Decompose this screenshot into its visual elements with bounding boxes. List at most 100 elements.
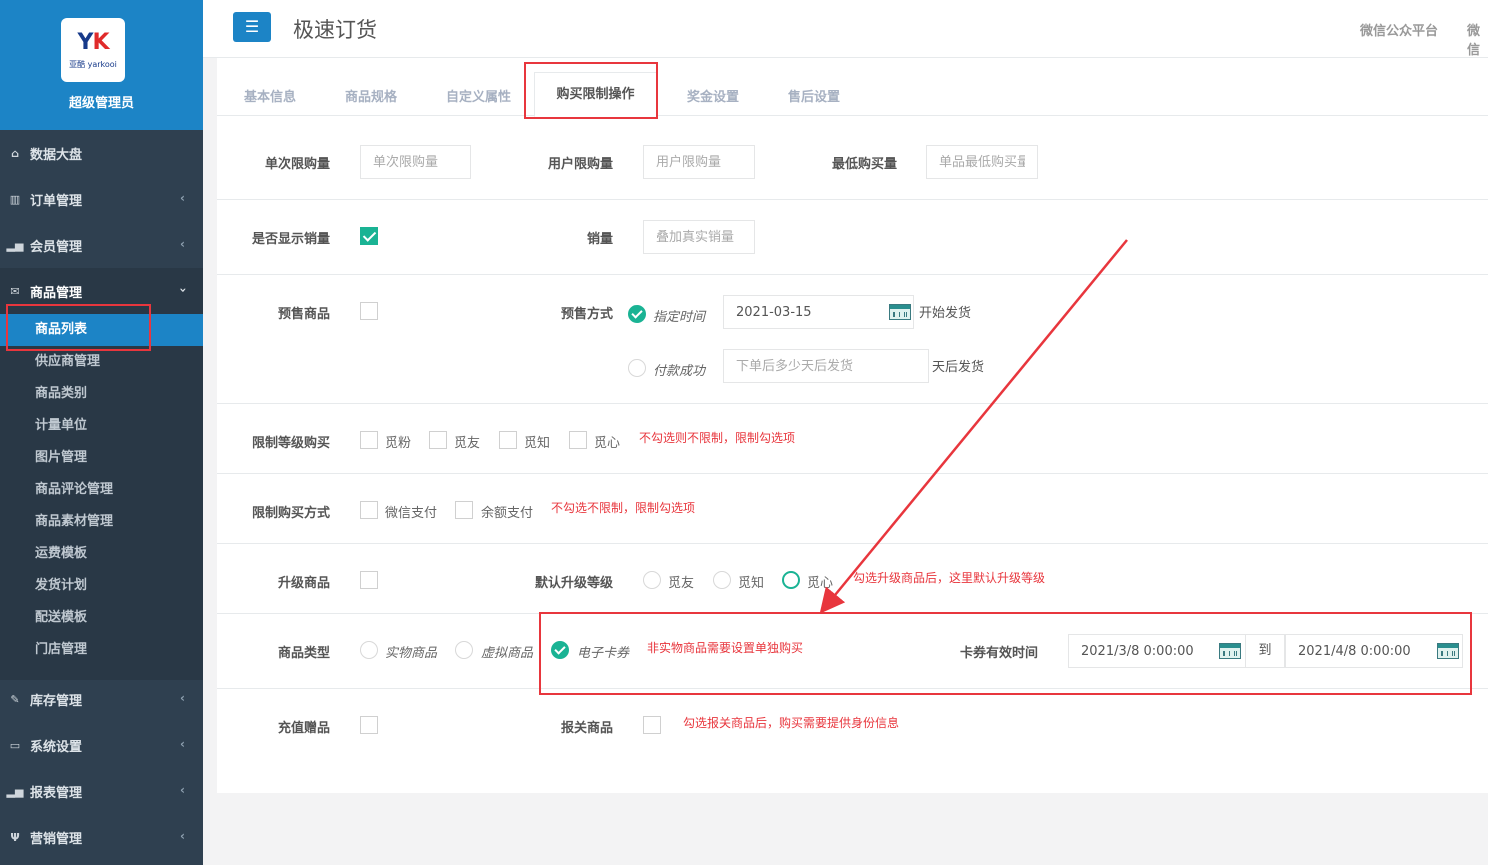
product-type-option-label: 虚拟商品 (481, 646, 534, 661)
pay-checkbox-balance[interactable] (455, 501, 473, 519)
level-limit-label: 限制等级购买 (251, 436, 330, 451)
tab-custom-attrs[interactable]: 自定义属性 (446, 86, 511, 105)
presale-fixed-date-radio[interactable] (628, 305, 646, 323)
row-divider (217, 613, 1488, 614)
single-limit-input[interactable] (360, 145, 471, 179)
bar-chart-icon: ▂▅ (6, 784, 24, 798)
default-upgrade-label: 默认升级等级 (534, 576, 613, 591)
menu-toggle-button[interactable]: ☰ (233, 12, 271, 42)
level-option-label: 觅知 (524, 436, 551, 451)
submenu-shipping-templates[interactable]: 运费模板 (0, 538, 203, 570)
submenu-suppliers[interactable]: 供应商管理 (0, 346, 203, 378)
show-sales-checkbox[interactable] (360, 227, 378, 245)
tab-purchase-limits[interactable]: 购买限制操作 (534, 72, 657, 117)
order-icon: ▥ (9, 192, 21, 206)
min-buy-input[interactable] (926, 145, 1038, 179)
submenu-units[interactable]: 计量单位 (0, 410, 203, 442)
recharge-gift-checkbox[interactable] (360, 716, 378, 734)
chevron-left-icon: ‹ (180, 691, 185, 705)
tab-specs[interactable]: 商品规格 (345, 86, 397, 105)
sidebar-item-label: 商品管理 (30, 285, 83, 301)
tab-bonus[interactable]: 奖金设置 (687, 86, 739, 105)
user-limit-input[interactable] (643, 145, 755, 179)
level-checkbox-heart[interactable] (569, 431, 587, 449)
submenu-images[interactable]: 图片管理 (0, 442, 203, 474)
wechat-link[interactable]: 微信 (1467, 20, 1488, 58)
customs-label: 报关商品 (560, 721, 613, 736)
upgrade-hint: 勾选升级商品后，这里默认升级等级 (853, 571, 1046, 585)
upgrade-radio-know[interactable] (713, 571, 731, 589)
coupon-valid-label: 卡券有效时间 (959, 646, 1038, 661)
level-option-label: 觅心 (594, 436, 621, 451)
sidebar-item-products[interactable]: ✉ 商品管理 ‹ (0, 268, 203, 314)
submenu-materials[interactable]: 商品素材管理 (0, 506, 203, 538)
row-divider (217, 403, 1488, 404)
upgrade-radio-heart[interactable] (782, 571, 800, 589)
submenu-delivery-plan[interactable]: 发货计划 (0, 570, 203, 602)
logo-mark: YK (77, 30, 110, 55)
sidebar-item-members[interactable]: ▂▅ 会员管理 ‹ (0, 222, 203, 268)
submenu-reviews[interactable]: 商品评论管理 (0, 474, 203, 506)
sales-label: 销量 (586, 232, 613, 247)
product-type-radio-physical[interactable] (360, 641, 378, 659)
chart-icon: ▂▅ (6, 238, 24, 252)
submenu-categories[interactable]: 商品类别 (0, 378, 203, 410)
presale-after-payment-radio[interactable] (628, 359, 646, 377)
sidebar-item-marketing[interactable]: Ψ 营销管理 ‹ (0, 814, 203, 860)
submenu-product-list[interactable]: 商品列表 (0, 314, 203, 346)
presale-days-input[interactable] (723, 349, 929, 383)
pay-option-label: 微信支付 (385, 506, 438, 521)
level-checkbox-fan[interactable] (360, 431, 378, 449)
min-buy-label: 最低购买量 (831, 157, 897, 172)
calendar-icon[interactable] (1219, 643, 1241, 659)
product-type-option-label: 实物商品 (385, 646, 438, 661)
presale-fixed-date-label: 指定时间 (653, 310, 706, 325)
chevron-left-icon: ‹ (180, 829, 185, 843)
product-type-label: 商品类型 (277, 646, 330, 661)
logo-subtext: 亚酷 yarkooi (69, 60, 117, 69)
level-checkbox-know[interactable] (499, 431, 517, 449)
upgrade-checkbox[interactable] (360, 571, 378, 589)
upgrade-label: 升级商品 (277, 576, 330, 591)
sidebar-item-inventory[interactable]: ✎ 库存管理 ‹ (0, 676, 203, 722)
content-panel: 基本信息 商品规格 自定义属性 购买限制操作 奖金设置 售后设置 单次限购量 用… (217, 58, 1488, 793)
profile-header: YK 亚酷 yarkooi 超级管理员 (0, 0, 203, 130)
company-logo[interactable]: YK 亚酷 yarkooi (61, 18, 125, 82)
wechat-platform-link[interactable]: 微信公众平台 (1360, 20, 1438, 39)
submenu-distribution-templates[interactable]: 配送模板 (0, 602, 203, 634)
envelope-icon: ✉ (10, 284, 20, 298)
submenu-stores[interactable]: 门店管理 (0, 634, 203, 666)
customs-checkbox[interactable] (643, 716, 661, 734)
presale-date-input[interactable] (723, 295, 914, 329)
calendar-icon[interactable] (889, 304, 911, 320)
footer-area (203, 793, 1488, 865)
sidebar-item-dashboard[interactable]: ⌂ 数据大盘 (0, 130, 203, 176)
product-type-radio-ecard[interactable] (551, 641, 569, 659)
sidebar-item-label: 库存管理 (30, 693, 83, 709)
upgrade-option-label: 觅友 (668, 576, 695, 591)
calendar-icon[interactable] (1437, 643, 1459, 659)
sidebar: YK 亚酷 yarkooi 超级管理员 ⌂ 数据大盘 ▥ 订单管理 ‹ ▂▅ 会… (0, 0, 203, 865)
upgrade-option-label: 觅知 (738, 576, 765, 591)
level-option-label: 觅粉 (385, 436, 412, 451)
upgrade-radio-friend[interactable] (643, 571, 661, 589)
pay-checkbox-wechat[interactable] (360, 501, 378, 519)
tab-basic-info[interactable]: 基本信息 (244, 86, 296, 105)
sidebar-item-reports[interactable]: ▂▅ 报表管理 ‹ (0, 768, 203, 814)
level-checkbox-friend[interactable] (429, 431, 447, 449)
row-divider (217, 543, 1488, 544)
chevron-left-icon: ‹ (180, 737, 185, 751)
chevron-left-icon: ‹ (180, 783, 185, 797)
sidebar-item-orders[interactable]: ▥ 订单管理 ‹ (0, 176, 203, 222)
tab-after-sales[interactable]: 售后设置 (788, 86, 840, 105)
presale-checkbox[interactable] (360, 302, 378, 320)
level-option-label: 觅友 (454, 436, 481, 451)
product-type-hint: 非实物商品需要设置单独购买 (647, 641, 804, 655)
chevron-down-icon: ‹ (175, 287, 190, 293)
sales-input[interactable] (643, 220, 755, 254)
recharge-gift-label: 充值赠品 (277, 721, 330, 736)
sidebar-item-settings[interactable]: ▭ 系统设置 ‹ (0, 722, 203, 768)
sidebar-item-label: 系统设置 (30, 739, 83, 755)
user-role[interactable]: 超级管理员 (0, 92, 203, 111)
product-type-radio-virtual[interactable] (455, 641, 473, 659)
